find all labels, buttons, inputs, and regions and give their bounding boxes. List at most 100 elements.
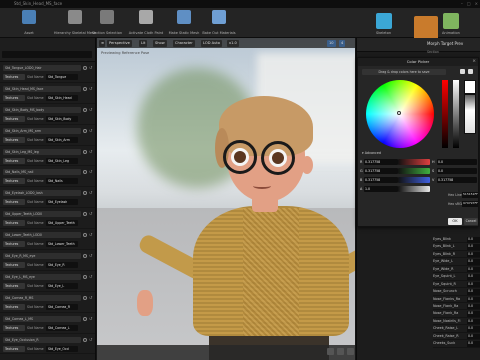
textures-dropdown[interactable]: Textures: [3, 199, 25, 206]
reset-icon[interactable]: [83, 316, 87, 321]
material-slot-name[interactable]: Std_Eye_Occlusion_R: [3, 336, 81, 343]
channel-value-field[interactable]: 1.0: [364, 186, 398, 192]
textures-dropdown[interactable]: Textures: [3, 324, 25, 331]
mesh-mode-button[interactable]: [414, 16, 438, 40]
reset-icon[interactable]: [83, 107, 87, 112]
viewport-menu-icon[interactable]: ≡: [99, 39, 105, 47]
material-slot-name[interactable]: Std_Cornea_R_MS: [3, 294, 81, 301]
material-slot-name[interactable]: Std_Skin_Body_MS_body: [3, 106, 81, 113]
reset-icon[interactable]: [83, 170, 87, 175]
textures-dropdown[interactable]: Textures: [3, 178, 25, 185]
revert-icon[interactable]: ↺: [89, 107, 93, 112]
morph-target-value[interactable]: 0.0: [467, 237, 480, 243]
revert-icon[interactable]: ↺: [89, 316, 93, 321]
material-slot-field[interactable]: Std_Cornea_L: [46, 324, 78, 331]
cancel-button[interactable]: Cancel: [464, 218, 478, 225]
reset-icon[interactable]: [83, 128, 87, 133]
revert-icon[interactable]: ↺: [89, 233, 93, 237]
channel-slider[interactable]: [398, 186, 430, 192]
loop-icon[interactable]: [347, 348, 354, 355]
revert-icon[interactable]: ↺: [89, 337, 93, 342]
morph-target-value[interactable]: 0.0: [467, 266, 480, 273]
material-slot-field[interactable]: Std_Skin_Head: [46, 94, 78, 101]
channel-value-field[interactable]: 0.0: [437, 159, 477, 165]
channel-slider[interactable]: [398, 159, 430, 165]
animation-mode-button[interactable]: Animation: [442, 13, 460, 35]
close-icon[interactable]: ×: [472, 59, 476, 64]
morph-target-value[interactable]: 0.0: [467, 341, 480, 347]
reset-icon[interactable]: [83, 86, 87, 91]
viewport-perspective-button[interactable]: Perspective: [107, 39, 132, 47]
reset-icon[interactable]: [83, 212, 87, 217]
channel-value-field[interactable]: 0.317758: [437, 177, 477, 183]
reset-icon[interactable]: [83, 191, 87, 196]
material-slot-field[interactable]: Std_Eye_R: [46, 262, 78, 269]
textures-dropdown[interactable]: Textures: [3, 303, 25, 310]
textures-dropdown[interactable]: Textures: [3, 345, 25, 352]
material-slot-field[interactable]: Std_Lower_Teeth: [46, 241, 78, 248]
material-slot-name[interactable]: Std_Skin_Leg_MS_leg: [3, 148, 81, 155]
morph-target-value[interactable]: 0.0: [467, 251, 480, 258]
material-slot-field[interactable]: Std_Skin_Body: [46, 115, 78, 122]
play-icon[interactable]: [337, 348, 344, 355]
viewport-lod-button[interactable]: LOD Auto: [201, 39, 222, 47]
revert-icon[interactable]: ↺: [89, 191, 93, 195]
material-slot-name[interactable]: Std_Skin_Head_MS_face: [3, 85, 81, 92]
morph-target-value[interactable]: 0.0: [467, 318, 480, 325]
material-slot-name[interactable]: Std_Tongue_LOD0_Hair: [3, 65, 81, 71]
material-slot-field[interactable]: Std_Upper_Teeth: [46, 220, 78, 227]
toolbar-bake-materials-button[interactable]: Bake Out Materials: [190, 10, 248, 35]
sampler-checkbox[interactable]: [468, 69, 473, 74]
revert-icon[interactable]: ↺: [89, 295, 93, 300]
textures-dropdown[interactable]: Textures: [3, 282, 25, 289]
material-slot-name[interactable]: Std_Eyelash_LOD0_lash: [3, 190, 81, 197]
material-slot-field[interactable]: Std_Nails: [46, 178, 78, 185]
revert-icon[interactable]: ↺: [89, 86, 93, 91]
value-slider[interactable]: [453, 80, 459, 148]
ok-button[interactable]: OK: [448, 218, 462, 225]
channel-value-field[interactable]: 0.0: [437, 168, 477, 174]
material-slot-name[interactable]: Std_Eye_L_MS_eye: [3, 273, 81, 280]
close-icon[interactable]: ×: [475, 0, 478, 8]
channel-value-field[interactable]: 0.317758: [364, 168, 398, 174]
morph-target-value[interactable]: 0.0: [467, 274, 480, 280]
reset-icon[interactable]: [83, 66, 87, 70]
material-slot-field[interactable]: Std_Eye_Occl: [46, 345, 78, 352]
material-slot-name[interactable]: Std_Lower_Teeth_LOD0: [3, 232, 81, 239]
material-slot-name[interactable]: Std_Nails_MS_nail: [3, 169, 81, 176]
viewport[interactable]: ≡ Perspective Lit Show Character LOD Aut…: [97, 38, 355, 360]
theme-checkbox[interactable]: [460, 69, 465, 74]
record-icon[interactable]: [327, 348, 334, 355]
revert-icon[interactable]: ↺: [89, 66, 93, 70]
material-slot-field[interactable]: Std_Cornea_R: [46, 303, 78, 310]
minimize-icon[interactable]: –: [461, 0, 463, 8]
revert-icon[interactable]: ↺: [89, 274, 93, 279]
viewport-speed-button[interactable]: x1.0: [227, 39, 239, 47]
channel-slider[interactable]: [398, 168, 430, 174]
search-input[interactable]: [2, 51, 92, 58]
saturation-slider[interactable]: [442, 80, 448, 148]
material-slot-field[interactable]: Std_Skin_Leg: [46, 157, 78, 164]
morph-target-value[interactable]: 0.0: [467, 281, 480, 288]
revert-icon[interactable]: ↺: [89, 170, 93, 174]
advanced-toggle[interactable]: ▾ Advanced: [362, 151, 381, 155]
material-slot-field[interactable]: Std_Eyelash: [46, 199, 78, 206]
revert-icon[interactable]: ↺: [89, 128, 93, 133]
reset-icon[interactable]: [83, 149, 87, 154]
textures-dropdown[interactable]: Textures: [3, 241, 25, 248]
hex-linear-field[interactable]: 515151FF: [462, 192, 478, 198]
material-slot-name[interactable]: Std_Upper_Teeth_LOD0: [3, 211, 81, 218]
material-slot-field[interactable]: Std_Eye_L: [46, 282, 78, 289]
morph-target-value[interactable]: 0.0: [467, 303, 480, 310]
viewport-character-button[interactable]: Character: [173, 39, 195, 47]
morph-target-value[interactable]: 0.0: [467, 333, 480, 340]
reset-icon[interactable]: [83, 254, 87, 259]
reset-icon[interactable]: [83, 274, 87, 279]
channel-value-field[interactable]: 0.317758: [364, 177, 398, 183]
material-slot-name[interactable]: Std_Cornea_L_MS: [3, 315, 81, 322]
textures-dropdown[interactable]: Textures: [3, 74, 25, 80]
viewport-lit-button[interactable]: Lit: [139, 39, 148, 47]
morph-target-value[interactable]: 0.0: [467, 311, 480, 317]
skeleton-mode-button[interactable]: Skeleton: [376, 13, 392, 35]
morph-target-value[interactable]: 0.0: [467, 326, 480, 332]
